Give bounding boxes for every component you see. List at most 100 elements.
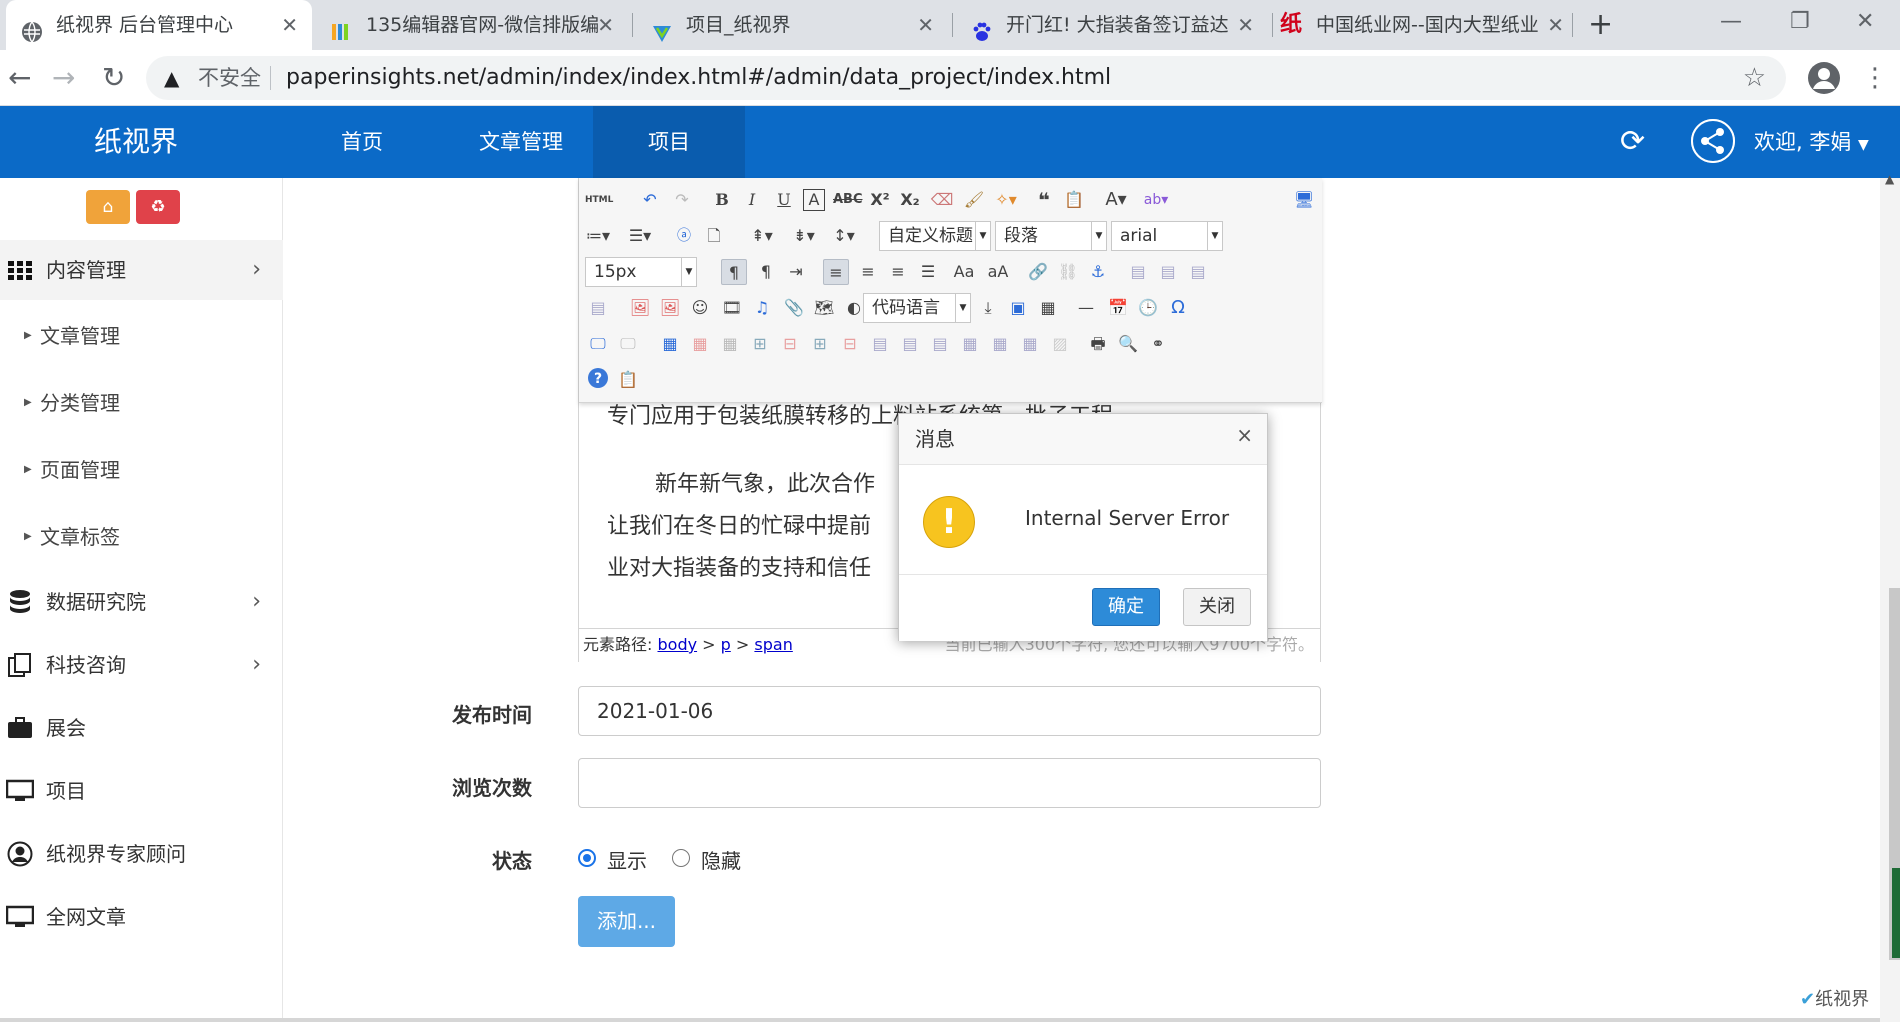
close-icon[interactable]: ✕ bbox=[281, 0, 298, 50]
superscript-icon[interactable]: X² bbox=[867, 187, 893, 213]
horizontal-rule-icon[interactable]: — bbox=[1073, 295, 1099, 321]
indent-icon[interactable]: ⇥ bbox=[783, 259, 809, 285]
close-icon[interactable]: ✕ bbox=[1237, 0, 1254, 50]
sidebar-item-exhibition[interactable]: 展会 bbox=[0, 698, 283, 758]
sidebar-subitem-pages[interactable]: ▶ 页面管理 bbox=[0, 440, 283, 500]
image-right-icon[interactable]: ▤ bbox=[1185, 259, 1211, 285]
browser-tab-135[interactable]: 135编辑器官网-微信排版编 ✕ bbox=[316, 0, 628, 50]
drafts-icon[interactable]: 📋 bbox=[615, 367, 641, 393]
sidebar-subitem-categories[interactable]: ▶ 分类管理 bbox=[0, 373, 283, 433]
view-count-input[interactable] bbox=[578, 758, 1321, 808]
font-size-select[interactable]: 15px ▼ bbox=[585, 257, 697, 287]
image-none-icon[interactable]: ▤ bbox=[585, 295, 611, 321]
print-icon[interactable]: 🖶 bbox=[1085, 331, 1111, 357]
browser-tab-paper[interactable]: 纸 中国纸业网--国内大型纸业 ✕ bbox=[1266, 0, 1578, 50]
path-link-p[interactable]: p bbox=[721, 635, 731, 654]
insert-row-icon[interactable]: ⊞ bbox=[747, 331, 773, 357]
sidebar-item-content[interactable]: 内容管理 › bbox=[0, 240, 283, 300]
dialog-close-button[interactable]: 关闭 bbox=[1183, 588, 1251, 626]
home-button[interactable]: ⌂ bbox=[86, 190, 130, 224]
split-rows-icon[interactable]: ▦ bbox=[987, 331, 1013, 357]
auto-format-icon[interactable]: ✧▾ bbox=[993, 187, 1019, 213]
sidebar-subitem-tags[interactable]: ▶ 文章标签 bbox=[0, 507, 283, 567]
attachment-icon[interactable]: 📎 bbox=[781, 295, 807, 321]
editor-paragraph[interactable]: 业对大指装备的支持和信任 bbox=[607, 554, 871, 584]
insert-table-icon[interactable]: ▦ bbox=[657, 331, 683, 357]
close-icon[interactable]: ✕ bbox=[597, 0, 614, 50]
search-replace-icon[interactable]: ⚭ bbox=[1145, 331, 1171, 357]
status-hide-radio[interactable] bbox=[672, 849, 690, 867]
share-avatar-icon[interactable] bbox=[1691, 119, 1735, 163]
special-chars-icon[interactable]: Ω bbox=[1165, 295, 1191, 321]
align-left-icon[interactable]: ≡ bbox=[823, 259, 849, 285]
unlink-icon[interactable]: ⛓ bbox=[1055, 259, 1081, 285]
eraser-icon[interactable]: ⌫ bbox=[929, 187, 955, 213]
reload-icon[interactable]: ↻ bbox=[102, 50, 125, 106]
blockquote-icon[interactable]: ❝ bbox=[1031, 187, 1057, 213]
undo-icon[interactable]: ↶ bbox=[637, 187, 663, 213]
browser-tab-project[interactable]: 项目_纸视界 ✕ bbox=[636, 0, 948, 50]
user-welcome-menu[interactable]: 欢迎, 李娟 ▼ bbox=[1754, 106, 1869, 181]
link-icon[interactable]: 🔗 bbox=[1025, 259, 1051, 285]
account-avatar-icon[interactable] bbox=[1808, 62, 1840, 94]
fullscreen-icon[interactable]: 🖥 bbox=[1291, 187, 1317, 213]
url-text[interactable]: paperinsights.net/admin/index/index.html… bbox=[286, 56, 1111, 100]
window-close-icon[interactable]: ✕ bbox=[1856, 0, 1874, 44]
merge-down-icon[interactable]: ▤ bbox=[927, 331, 953, 357]
nav-articles[interactable]: 文章管理 bbox=[449, 106, 593, 178]
sidebar-item-all-articles[interactable]: 全网文章 bbox=[0, 887, 283, 947]
new-doc-icon[interactable]: 🗋 bbox=[701, 223, 727, 249]
split-cells-icon[interactable]: ▦ bbox=[957, 331, 983, 357]
close-icon[interactable]: × bbox=[1236, 414, 1253, 456]
video-icon[interactable]: 🎞 bbox=[719, 295, 745, 321]
highlight-color-icon[interactable]: ab▾ bbox=[1143, 187, 1169, 213]
minimize-icon[interactable]: — bbox=[1720, 0, 1742, 44]
rtl-direction-icon[interactable]: ¶ bbox=[753, 259, 779, 285]
insert-col-icon[interactable]: ⊞ bbox=[807, 331, 833, 357]
anchor-icon[interactable]: ⚓ bbox=[1085, 259, 1111, 285]
font-family-select[interactable]: arial ▼ bbox=[1111, 221, 1223, 251]
insert-frame-icon[interactable]: ⓐ bbox=[671, 223, 697, 249]
line-height-icon[interactable]: ↕▾ bbox=[831, 223, 857, 249]
align-right-icon[interactable]: ≡ bbox=[885, 259, 911, 285]
paragraph-select[interactable]: 段落 ▼ bbox=[995, 221, 1107, 251]
app-logo[interactable]: 纸视界 bbox=[94, 106, 178, 178]
status-show-radio[interactable] bbox=[578, 849, 596, 867]
browser-tab-news[interactable]: 开门红! 大指装备签订益达 ✕ bbox=[956, 0, 1268, 50]
snapscreen-icon[interactable]: 🖵 bbox=[615, 331, 641, 357]
preview-icon[interactable]: 🔍 bbox=[1115, 331, 1141, 357]
multi-image-icon[interactable]: 🖼 bbox=[657, 295, 683, 321]
sidebar-item-project[interactable]: 项目 bbox=[0, 761, 283, 821]
browser-tab-admin[interactable]: 纸视界 后台管理中心 ✕ bbox=[6, 0, 312, 50]
template-icon[interactable]: ▦ bbox=[1035, 295, 1061, 321]
insert-image-icon[interactable]: 🖼 bbox=[627, 295, 653, 321]
delete-row-icon[interactable]: ⊟ bbox=[777, 331, 803, 357]
background-icon[interactable]: ▣ bbox=[1005, 295, 1031, 321]
nav-project[interactable]: 项目 bbox=[593, 106, 745, 178]
add-submit-button[interactable]: 添加... bbox=[578, 896, 675, 947]
strikethrough-icon[interactable]: ABC bbox=[833, 187, 863, 213]
image-left-icon[interactable]: ▤ bbox=[1125, 259, 1151, 285]
restore-icon[interactable]: ❐ bbox=[1790, 0, 1810, 44]
paragraph-spacing-bottom-icon[interactable]: ⇟▾ bbox=[791, 223, 817, 249]
html-source-icon[interactable]: HTML bbox=[585, 187, 613, 213]
wordimage-icon[interactable]: 🖵 bbox=[585, 331, 611, 357]
chart-icon[interactable]: ▨ bbox=[1047, 331, 1073, 357]
table-title-icon[interactable]: ▦ bbox=[717, 331, 743, 357]
align-center-icon[interactable]: ≡ bbox=[855, 259, 881, 285]
custom-title-select[interactable]: 自定义标题 ▼ bbox=[879, 221, 991, 251]
forward-arrow-icon[interactable]: → bbox=[52, 50, 75, 106]
scroll-up-icon[interactable]: ▲ bbox=[1885, 172, 1894, 186]
merge-cells-icon[interactable]: ▤ bbox=[867, 331, 893, 357]
redo-icon[interactable]: ↷ bbox=[669, 187, 695, 213]
ordered-list-icon[interactable]: ≔▾ bbox=[585, 223, 611, 249]
uppercase-icon[interactable]: Aa bbox=[951, 259, 977, 285]
merge-right-icon[interactable]: ▤ bbox=[897, 331, 923, 357]
status-show-label[interactable]: 显示 bbox=[607, 845, 647, 874]
new-tab-button[interactable]: + bbox=[1588, 0, 1613, 50]
refresh-icon[interactable]: ⟳ bbox=[1620, 106, 1645, 178]
status-hide-label[interactable]: 隐藏 bbox=[701, 845, 741, 874]
sidebar-subitem-articles[interactable]: ▶ 文章管理 bbox=[0, 306, 283, 366]
recycle-button[interactable]: ♻ bbox=[136, 190, 180, 224]
ltr-direction-icon[interactable]: ¶ bbox=[721, 259, 747, 285]
